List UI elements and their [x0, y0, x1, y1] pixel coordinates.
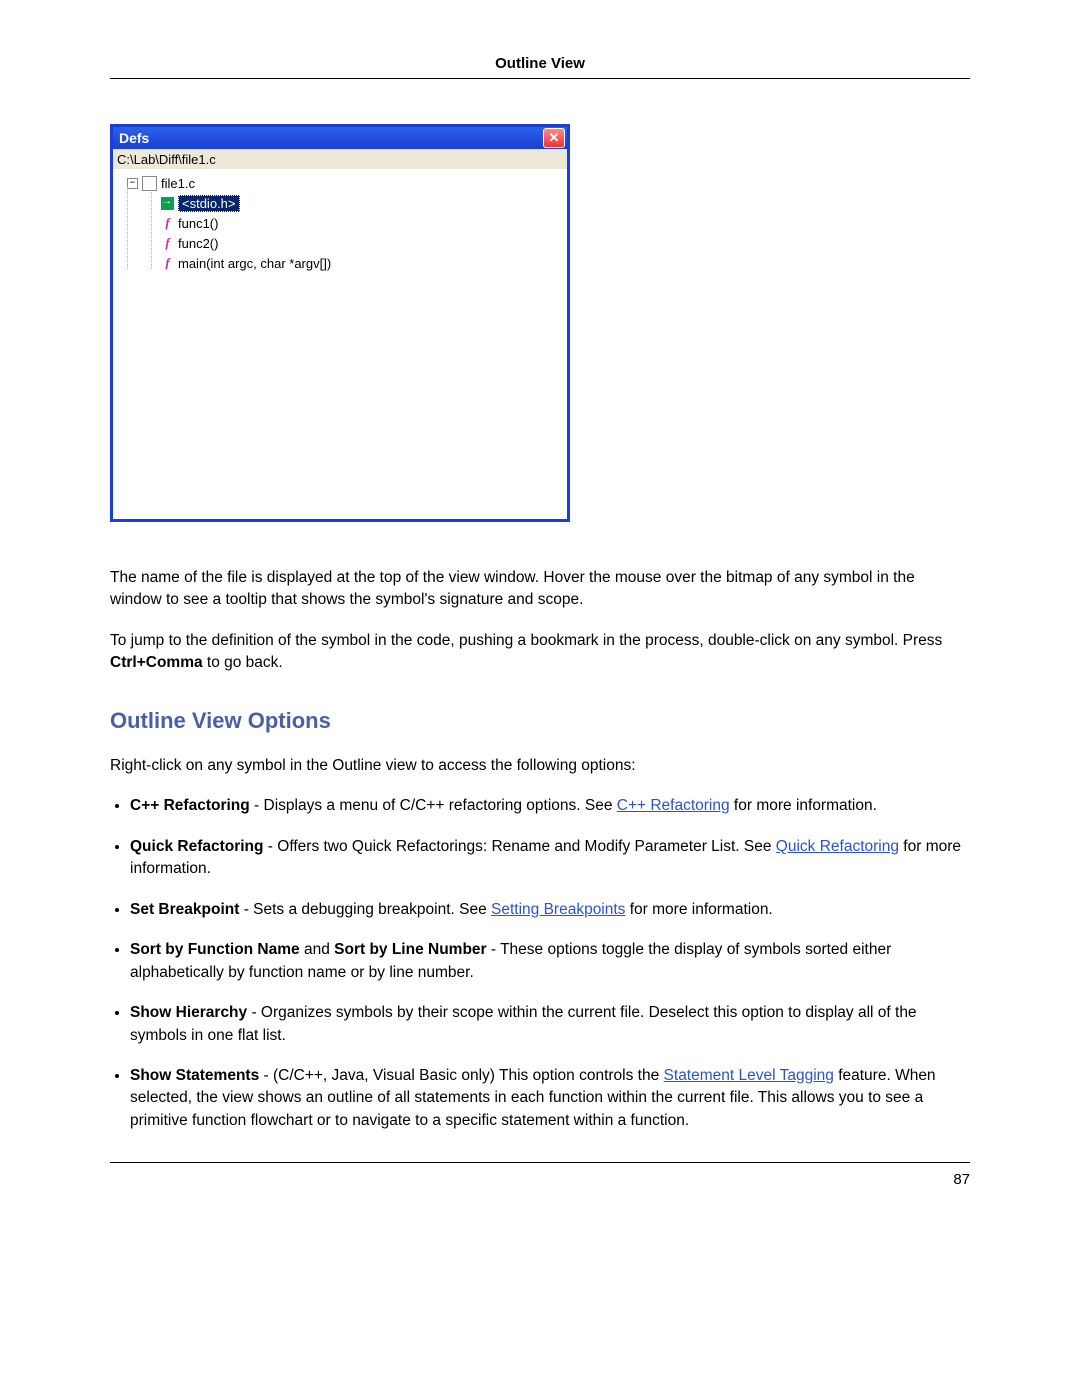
tree-item-label: func2(): [178, 236, 218, 251]
function-icon: f: [161, 237, 174, 250]
defs-path-bar: C:\Lab\Diff\file1.c: [113, 149, 567, 169]
text: - Offers two Quick Refactorings: Rename …: [264, 838, 776, 855]
options-list: C++ Refactoring - Displays a menu of C/C…: [110, 795, 970, 1132]
defs-titlebar: Defs ✕: [113, 127, 567, 149]
text: and: [300, 941, 334, 958]
list-item: Show Statements - (C/C++, Java, Visual B…: [130, 1065, 970, 1132]
file-icon: [142, 176, 157, 191]
text: for more information.: [730, 797, 877, 814]
list-item: Show Hierarchy - Organizes symbols by th…: [130, 1002, 970, 1047]
close-icon[interactable]: ✕: [543, 128, 565, 148]
tree-item-label: main(int argc, char *argv[]): [178, 256, 331, 271]
page-number: 87: [110, 1171, 970, 1188]
list-item: Set Breakpoint - Sets a debugging breakp…: [130, 899, 970, 921]
text: To jump to the definition of the symbol …: [110, 632, 942, 649]
collapse-icon[interactable]: −: [127, 178, 138, 189]
option-name: Show Statements: [130, 1067, 259, 1084]
paragraph: Right-click on any symbol in the Outline…: [110, 755, 970, 777]
option-name: Sort by Function Name: [130, 941, 300, 958]
function-icon: f: [161, 217, 174, 230]
tree-item-func[interactable]: f func1(): [161, 213, 567, 233]
defs-window: Defs ✕ C:\Lab\Diff\file1.c − file1.c <st…: [110, 124, 570, 522]
link-statement-level-tagging[interactable]: Statement Level Tagging: [664, 1067, 834, 1084]
option-name: C++ Refactoring: [130, 797, 250, 814]
tree-item-label: <stdio.h>: [178, 195, 240, 212]
tree-item-include[interactable]: <stdio.h>: [161, 193, 567, 213]
tree-item-label: func1(): [178, 216, 218, 231]
page-header-title: Outline View: [110, 55, 970, 79]
text: - Sets a debugging breakpoint. See: [239, 901, 491, 918]
link-cpp-refactoring[interactable]: C++ Refactoring: [617, 797, 730, 814]
link-setting-breakpoints[interactable]: Setting Breakpoints: [491, 901, 625, 918]
paragraph: To jump to the definition of the symbol …: [110, 630, 970, 675]
tree-item-func[interactable]: f func2(): [161, 233, 567, 253]
tree-item-func[interactable]: f main(int argc, char *argv[]): [161, 253, 567, 273]
defs-title: Defs: [119, 130, 149, 146]
list-item: Quick Refactoring - Offers two Quick Ref…: [130, 836, 970, 881]
text: - (C/C++, Java, Visual Basic only) This …: [259, 1067, 663, 1084]
text: - Displays a menu of C/C++ refactoring o…: [250, 797, 617, 814]
tree-root-label: file1.c: [161, 176, 195, 191]
option-name: Sort by Line Number: [334, 941, 486, 958]
option-name: Set Breakpoint: [130, 901, 239, 918]
text: for more information.: [625, 901, 772, 918]
keyboard-shortcut: Ctrl+Comma: [110, 654, 203, 671]
tree-root-row[interactable]: − file1.c: [127, 173, 567, 193]
option-name: Quick Refactoring: [130, 838, 264, 855]
body-text: The name of the file is displayed at the…: [110, 567, 970, 1132]
footer-divider: [110, 1162, 970, 1163]
function-icon: f: [161, 257, 174, 270]
link-quick-refactoring[interactable]: Quick Refactoring: [776, 838, 899, 855]
defs-tree: − file1.c <stdio.h> f func1() f func2() …: [113, 169, 567, 519]
paragraph: The name of the file is displayed at the…: [110, 567, 970, 612]
include-icon: [161, 197, 174, 210]
defs-path: C:\Lab\Diff\file1.c: [117, 152, 216, 167]
option-name: Show Hierarchy: [130, 1004, 247, 1021]
text: - Organizes symbols by their scope withi…: [130, 1004, 917, 1043]
text: to go back.: [203, 654, 283, 671]
list-item: Sort by Function Name and Sort by Line N…: [130, 939, 970, 984]
section-heading: Outline View Options: [110, 705, 970, 737]
list-item: C++ Refactoring - Displays a menu of C/C…: [130, 795, 970, 817]
